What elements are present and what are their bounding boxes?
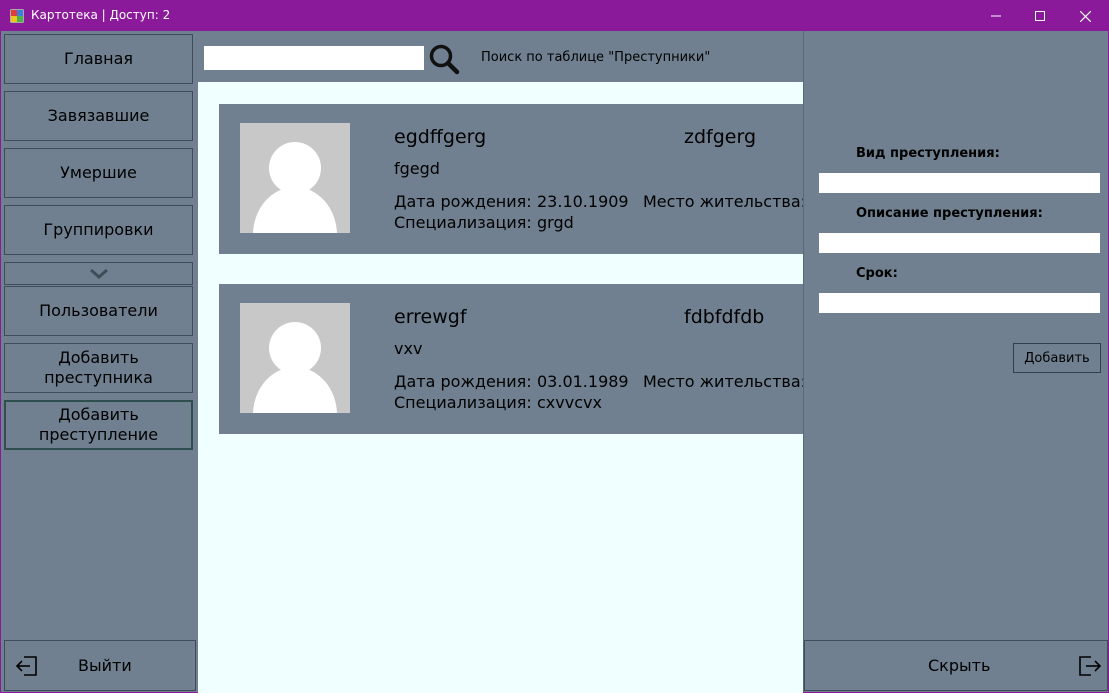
hide-label: Скрыть bbox=[928, 656, 991, 675]
search-input[interactable] bbox=[204, 46, 424, 70]
criminal-card[interactable]: errewgf fdbfdfdb vxv Дата рождения: 03.0… bbox=[219, 284, 803, 434]
chevron-down-icon bbox=[89, 268, 108, 279]
nav-add-crime-button[interactable]: Добавить преступление bbox=[4, 400, 193, 450]
add-crime-button[interactable]: Добавить bbox=[1013, 343, 1101, 373]
birth-date-label: Дата рождения: bbox=[394, 192, 532, 211]
sidebar: Главная Завязавшие Умершие Группировки П… bbox=[1, 31, 197, 692]
title-bar: Картотека | Доступ: 2 bbox=[1, 1, 1108, 31]
residence-label: Место жительства: bbox=[643, 372, 803, 391]
birth-date-value: 03.01.1989 bbox=[537, 372, 629, 391]
hide-panel-button[interactable]: Скрыть bbox=[804, 640, 1108, 691]
nav-users-button[interactable]: Пользователи bbox=[4, 286, 193, 336]
residence-label: Место жительства: bbox=[643, 192, 803, 211]
search-bar: Поиск по таблице "Преступники" bbox=[198, 31, 803, 82]
app-icon bbox=[9, 8, 25, 24]
specialization-label: Специализация: bbox=[394, 213, 532, 232]
crime-description-input[interactable] bbox=[819, 233, 1100, 253]
nav-reformed-label: Завязавшие bbox=[47, 106, 150, 125]
criminal-surname: zdfgerg bbox=[684, 126, 757, 148]
nav-main-button[interactable]: Главная bbox=[4, 34, 193, 84]
maximize-icon bbox=[1035, 11, 1045, 21]
close-button[interactable] bbox=[1062, 1, 1108, 31]
search-hint: Поиск по таблице "Преступники" bbox=[481, 50, 711, 65]
collapse-toggle[interactable] bbox=[4, 262, 193, 285]
criminal-name: egdffgerg bbox=[394, 126, 487, 148]
add-crime-label: Добавить bbox=[1024, 350, 1090, 366]
add-crime-panel: Вид преступления: Описание преступления:… bbox=[803, 31, 1108, 692]
nav-deceased-button[interactable]: Умершие bbox=[4, 148, 193, 198]
window-title: Картотека | Доступ: 2 bbox=[31, 8, 171, 22]
minimize-icon bbox=[991, 15, 1001, 17]
logout-label: Выйти bbox=[78, 656, 132, 675]
criminal-card[interactable]: egdffgerg zdfgerg fgegd Дата рождения: 2… bbox=[219, 104, 803, 254]
birth-date-value: 23.10.1909 bbox=[537, 192, 629, 211]
minimize-button[interactable] bbox=[973, 1, 1019, 31]
term-input[interactable] bbox=[819, 293, 1100, 313]
criminals-list: egdffgerg zdfgerg fgegd Дата рождения: 2… bbox=[198, 82, 803, 693]
criminal-nickname: fgegd bbox=[394, 159, 440, 178]
crime-type-label: Вид преступления: bbox=[856, 146, 1000, 161]
avatar-placeholder-icon bbox=[240, 123, 350, 233]
nav-gangs-button[interactable]: Группировки bbox=[4, 205, 193, 255]
criminal-name: errewgf bbox=[394, 306, 467, 328]
term-label: Срок: bbox=[856, 266, 898, 281]
nav-main-label: Главная bbox=[63, 49, 134, 68]
search-icon[interactable] bbox=[428, 43, 460, 79]
specialization-label: Специализация: bbox=[394, 393, 532, 412]
app-window: Картотека | Доступ: 2 Главная Завязавшие… bbox=[0, 0, 1109, 693]
nav-deceased-label: Умершие bbox=[60, 163, 137, 182]
nav-reformed-button[interactable]: Завязавшие bbox=[4, 91, 193, 141]
logout-icon bbox=[14, 653, 40, 683]
nav-add-criminal-label: Добавить преступника bbox=[44, 348, 153, 387]
birth-date-label: Дата рождения: bbox=[394, 372, 532, 391]
logout-button[interactable]: Выйти bbox=[4, 640, 196, 691]
nav-users-label: Пользователи bbox=[39, 301, 158, 320]
crime-type-input[interactable] bbox=[819, 173, 1100, 193]
close-icon bbox=[1079, 10, 1091, 22]
nav-gangs-label: Группировки bbox=[43, 220, 154, 239]
exit-icon bbox=[1077, 653, 1103, 683]
specialization-value: grgd bbox=[537, 213, 574, 232]
maximize-button[interactable] bbox=[1017, 1, 1063, 31]
criminal-nickname: vxv bbox=[394, 339, 423, 358]
specialization-value: cxvvcvx bbox=[537, 393, 602, 412]
avatar-placeholder-icon bbox=[240, 303, 350, 413]
crime-description-label: Описание преступления: bbox=[856, 206, 1043, 221]
criminal-surname: fdbfdfdb bbox=[684, 306, 765, 328]
nav-add-criminal-button[interactable]: Добавить преступника bbox=[4, 343, 193, 393]
nav-add-crime-label: Добавить преступление bbox=[38, 405, 159, 444]
